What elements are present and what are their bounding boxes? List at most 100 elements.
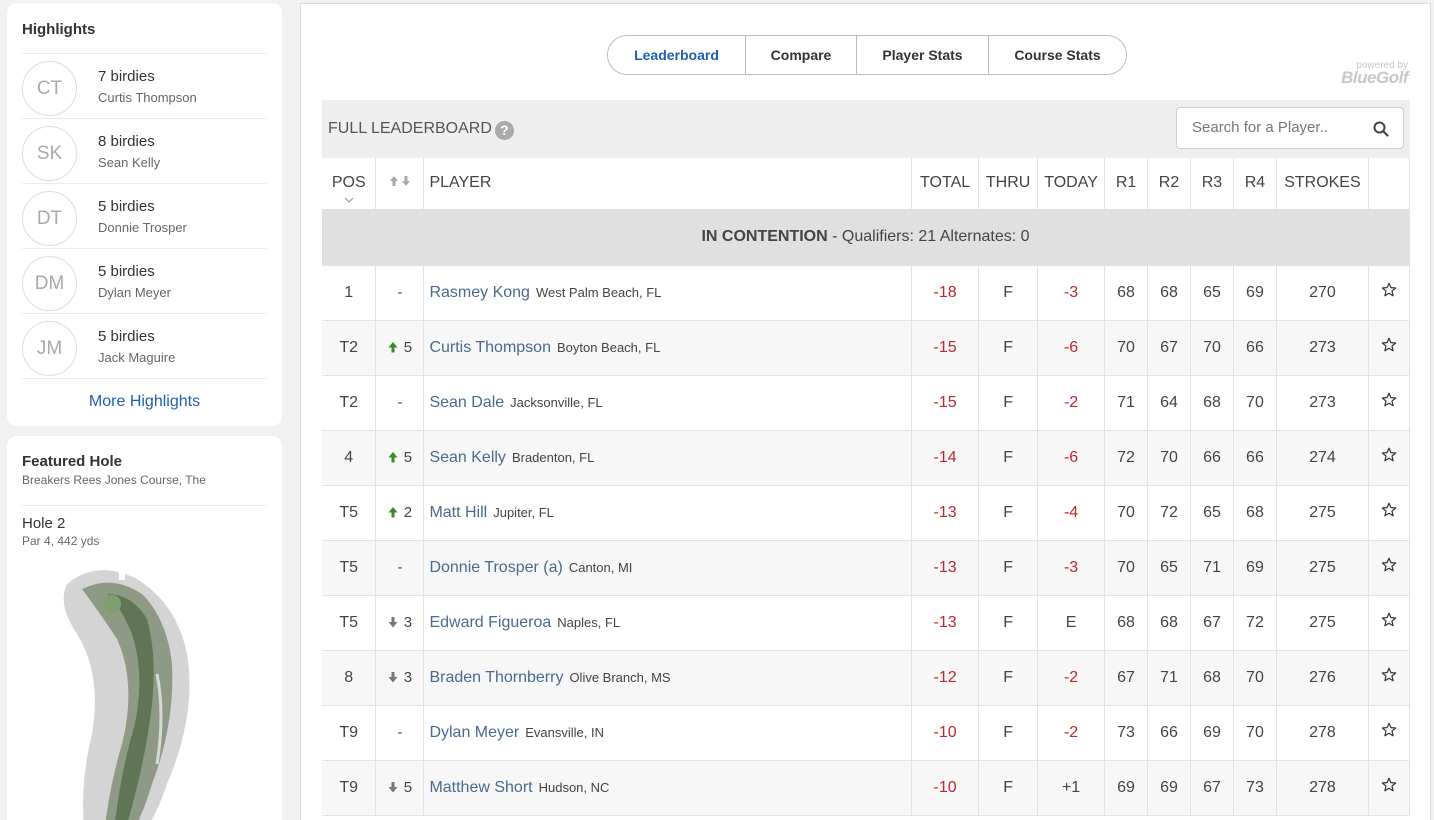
col-r4[interactable]: R4 — [1233, 158, 1277, 210]
help-icon[interactable]: ? — [494, 121, 514, 140]
col-total[interactable]: TOTAL — [911, 158, 980, 210]
favorite-star-icon[interactable] — [1381, 722, 1397, 738]
col-pos[interactable]: POS — [322, 158, 377, 210]
table-row[interactable]: 8 3 Braden Thornberry Olive Branch, MS -12 F -… — [322, 650, 1411, 706]
col-r2[interactable]: R2 — [1147, 158, 1191, 210]
tab-course-stats[interactable]: Course Stats — [988, 36, 1126, 74]
cell-movement: - — [375, 540, 425, 596]
favorite-star-icon[interactable] — [1381, 337, 1397, 353]
favorite-star-icon[interactable] — [1381, 612, 1397, 628]
highlight-item[interactable]: CT 7 birdies Curtis Thompson — [22, 54, 267, 119]
cell-today: -6 — [1037, 430, 1106, 486]
cell-r1: 70 — [1104, 320, 1149, 376]
player-name-link[interactable]: Rasmey Kong — [429, 284, 530, 301]
cell-thru: F — [978, 705, 1039, 761]
cell-r3: 65 — [1190, 485, 1234, 541]
search-icon[interactable] — [1373, 121, 1389, 137]
cell-pos: T5 — [322, 485, 377, 541]
table-row[interactable]: T2 - Sean Dale Jacksonville, FL -15 F -2 71 64 68… — [322, 375, 1411, 431]
cell-r2: 72 — [1147, 485, 1191, 541]
player-name-link[interactable]: Donnie Trosper (a) — [429, 559, 562, 576]
table-row[interactable]: T2 5 Curtis Thompson Boyton Beach, FL -15 F -6… — [322, 320, 1411, 376]
view-tabs: Leaderboard Compare Player Stats Course … — [607, 35, 1127, 75]
avatar: DT — [22, 191, 77, 246]
leaderboard-title-text: FULL LEADERBOARD — [328, 120, 492, 137]
arrow-down-icon — [388, 671, 398, 682]
cell-player: Matt Hill Jupiter, FL — [423, 485, 913, 541]
col-r1[interactable]: R1 — [1104, 158, 1149, 210]
cell-r4: 70 — [1233, 375, 1277, 431]
cell-r1: 72 — [1104, 430, 1149, 486]
cell-today: -6 — [1037, 320, 1106, 376]
highlight-item[interactable]: SK 8 birdies Sean Kelly — [22, 119, 267, 184]
cell-r3: 65 — [1190, 265, 1234, 321]
featured-hole-course: Breakers Rees Jones Course, The — [22, 473, 267, 506]
favorite-star-icon[interactable] — [1381, 502, 1397, 518]
main-panel: Leaderboard Compare Player Stats Course … — [300, 3, 1431, 820]
table-row[interactable]: T5 3 Edward Figueroa Naples, FL -13 F E 68 68 67 7… — [322, 595, 1411, 651]
favorite-star-icon[interactable] — [1381, 777, 1397, 793]
favorite-star-icon[interactable] — [1381, 392, 1397, 408]
player-search-input[interactable] — [1192, 119, 1362, 136]
col-thru[interactable]: THRU — [978, 158, 1039, 210]
table-row[interactable]: 4 5 Sean Kelly Bradenton, FL -14 F -6 72 70 66 66 2… — [322, 430, 1411, 486]
powered-by-logo: powered by BlueGolf — [1341, 60, 1408, 88]
cell-movement: - — [375, 705, 425, 761]
cell-movement: 5 — [375, 760, 425, 816]
cell-movement: 3 — [375, 650, 425, 706]
cell-player: Matthew Short Hudson, NC — [423, 760, 913, 816]
tab-leaderboard[interactable]: Leaderboard — [608, 36, 745, 74]
cell-r3: 68 — [1190, 375, 1234, 431]
table-row[interactable]: T5 2 Matt Hill Jupiter, FL -13 F -4 70 72 65 68 275 — [322, 485, 1411, 541]
player-location: Hudson, NC — [538, 779, 610, 795]
player-name-link[interactable]: Matthew Short — [429, 779, 532, 796]
player-name-link[interactable]: Sean Dale — [429, 394, 504, 411]
leaderboard-toolbar: FULL LEADERBOARD? — [322, 100, 1410, 158]
table-row[interactable]: T5- Donnie Trosper (a) Canton, MI -13 F -3 70 6… — [322, 540, 1411, 596]
player-name-link[interactable]: Sean Kelly — [429, 449, 506, 466]
highlight-item[interactable]: DM 5 birdies Dylan Meyer — [22, 249, 267, 314]
favorite-star-icon[interactable] — [1381, 447, 1397, 463]
col-strokes[interactable]: STROKES — [1276, 158, 1369, 210]
cell-movement: 3 — [375, 595, 425, 651]
cell-total: -13 — [911, 540, 980, 596]
cell-pos: 4 — [322, 430, 377, 486]
cell-r4: 68 — [1233, 485, 1277, 541]
highlight-player-name: Sean Kelly — [98, 155, 161, 170]
player-name-link[interactable]: Matt Hill — [429, 504, 487, 521]
highlight-player-name: Donnie Trosper — [98, 220, 187, 235]
cell-r3: 67 — [1190, 595, 1234, 651]
player-name-link[interactable]: Edward Figueroa — [429, 614, 551, 631]
table-row[interactable]: 1- Rasmey Kong West Palm Beach, FL -18 F -3 68… — [322, 265, 1411, 321]
cell-pos: T2 — [322, 375, 377, 431]
arrow-down-icon — [388, 781, 398, 792]
highlight-item[interactable]: JM 5 birdies Jack Maguire — [22, 314, 267, 379]
tab-compare[interactable]: Compare — [745, 36, 856, 74]
movement-value: 5 — [403, 338, 413, 356]
table-row[interactable]: T9 5 Matthew Short Hudson, NC -10 F +1 69 69 67 73… — [322, 760, 1411, 816]
col-r3[interactable]: R3 — [1190, 158, 1234, 210]
more-highlights-link[interactable]: More Highlights — [22, 379, 267, 411]
hole-map-image[interactable] — [57, 564, 207, 820]
player-name-link[interactable]: Dylan Meyer — [429, 724, 519, 741]
player-name-link[interactable]: Braden Thornberry — [429, 669, 563, 686]
favorite-star-icon[interactable] — [1381, 557, 1397, 573]
col-movement[interactable] — [375, 158, 425, 210]
cell-movement: - — [375, 375, 425, 431]
cell-today: +1 — [1037, 760, 1106, 816]
favorite-star-icon[interactable] — [1381, 667, 1397, 683]
cell-total: -10 — [911, 705, 980, 761]
cell-strokes: 273 — [1276, 375, 1369, 431]
cell-today: -2 — [1037, 375, 1106, 431]
col-player[interactable]: PLAYER — [423, 158, 913, 210]
cell-r1: 67 — [1104, 650, 1149, 706]
cell-strokes: 278 — [1276, 760, 1369, 816]
highlight-item[interactable]: DT 5 birdies Donnie Trosper — [22, 184, 267, 249]
table-row[interactable]: T9 - Dylan Meyer Evansville, IN -10 F -2 73 66 69… — [322, 705, 1411, 761]
col-today[interactable]: TODAY — [1037, 158, 1106, 210]
player-name-link[interactable]: Curtis Thompson — [429, 339, 551, 356]
highlight-stat: 5 birdies — [98, 263, 155, 280]
tab-player-stats[interactable]: Player Stats — [856, 36, 988, 74]
cell-r4: 70 — [1233, 705, 1277, 761]
favorite-star-icon[interactable] — [1381, 282, 1397, 298]
